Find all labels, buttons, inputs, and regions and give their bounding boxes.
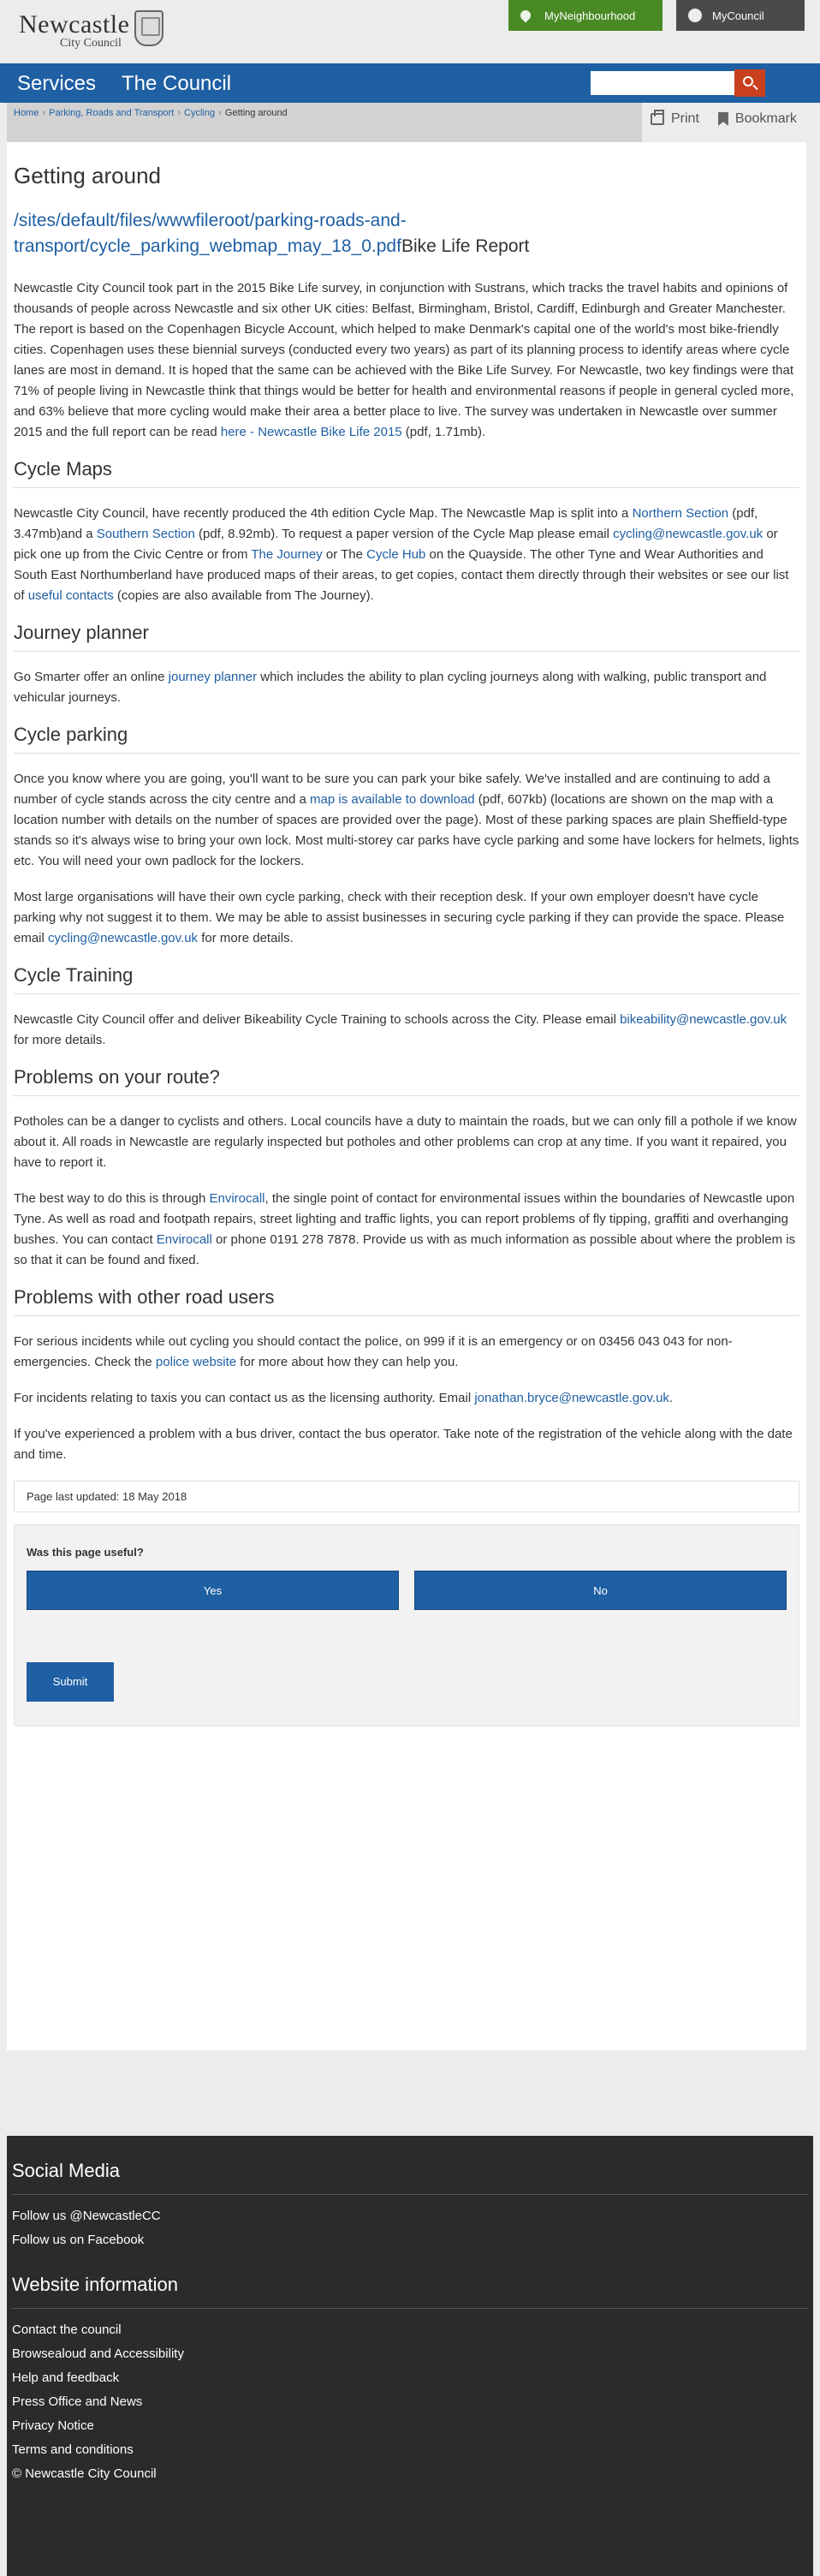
- feedback-yes-button[interactable]: Yes: [27, 1571, 399, 1610]
- cycle-training-heading: Cycle Training: [14, 964, 799, 994]
- breadcrumb-cycling[interactable]: Cycling: [184, 108, 215, 118]
- breadcrumb-home[interactable]: Home: [14, 108, 39, 118]
- my-neighbourhood-button[interactable]: MyNeighbourhood: [508, 0, 663, 31]
- cycling-email-link[interactable]: cycling@newcastle.gov.uk: [613, 527, 763, 541]
- other-road-users-paragraph-3: If you've experienced a problem with a b…: [14, 1427, 793, 1462]
- crest-icon: [134, 10, 164, 46]
- other-road-users-paragraph-1: For serious incidents while out cycling …: [14, 1334, 733, 1369]
- cycling-email-link-2[interactable]: cycling@newcastle.gov.uk: [48, 931, 198, 945]
- bike-life-report-line: /sites/default/files/wwwfileroot/parking…: [14, 208, 799, 259]
- envirocall-link[interactable]: Envirocall: [209, 1191, 264, 1206]
- breadcrumb-current: Getting around: [224, 108, 288, 118]
- bookmark-button[interactable]: Bookmark: [717, 111, 797, 127]
- intro-paragraph: Newcastle City Council took part in the …: [14, 281, 794, 439]
- other-road-users-paragraph-2: For incidents relating to taxis you can …: [14, 1391, 674, 1405]
- feedback-form: Was this page useful? Yes No Submit: [14, 1524, 799, 1726]
- cycle-training-paragraph: Newcastle City Council offer and deliver…: [14, 1012, 787, 1047]
- search-button[interactable]: [734, 69, 765, 97]
- problems-route-paragraph-2: The best way to do this is through Envir…: [14, 1191, 796, 1267]
- search-input[interactable]: [591, 71, 734, 95]
- police-website-link[interactable]: police website: [156, 1355, 236, 1369]
- print-button[interactable]: Print: [651, 110, 699, 127]
- top-bar: Newcastle City Council MyNeighbourhood M…: [0, 0, 820, 63]
- southern-section-link[interactable]: Southern Section: [97, 527, 195, 541]
- cycle-parking-paragraph-1: Once you know where you are going, you'l…: [14, 772, 799, 868]
- user-icon: [688, 9, 702, 22]
- nav-services[interactable]: Services: [17, 72, 96, 96]
- feedback-submit-button[interactable]: Submit: [27, 1662, 114, 1702]
- problems-route-heading: Problems on your route?: [14, 1066, 799, 1096]
- footer-link-accessibility[interactable]: Browsealoud and Accessibility: [12, 2346, 808, 2361]
- feedback-question: Was this page useful?: [27, 1546, 144, 1559]
- feedback-no-button[interactable]: No: [414, 1571, 787, 1610]
- envirocall-contact-link[interactable]: Envirocall: [157, 1232, 212, 1247]
- nav-the-council[interactable]: The Council: [122, 72, 231, 96]
- breadcrumb: Home › Parking, Roads and Transport › Cy…: [7, 103, 642, 142]
- northern-section-link[interactable]: Northern Section: [633, 506, 729, 521]
- footer-link-facebook[interactable]: Follow us on Facebook: [12, 2233, 808, 2247]
- the-journey-link[interactable]: The Journey: [251, 547, 322, 562]
- main-content: Getting around /sites/default/files/wwwf…: [7, 142, 806, 2050]
- journey-planner-paragraph: Go Smarter offer an online journey plann…: [14, 670, 767, 705]
- bookmark-label: Bookmark: [734, 111, 797, 126]
- cycle-parking-heading: Cycle parking: [14, 724, 799, 754]
- page-tools: Print Bookmark: [644, 103, 820, 142]
- footer-link-press[interactable]: Press Office and News: [12, 2394, 808, 2409]
- breadcrumb-parking-roads-transport[interactable]: Parking, Roads and Transport: [49, 108, 174, 118]
- cycle-parking-pdf-link[interactable]: /sites/default/files/wwwfileroot/parking…: [14, 211, 407, 256]
- site-footer: Social Media Follow us @NewcastleCC Foll…: [7, 2136, 813, 2576]
- bike-life-report-label: Bike Life Report: [401, 236, 530, 256]
- journey-planner-link[interactable]: journey planner: [169, 670, 257, 684]
- my-council-button[interactable]: MyCouncil: [676, 0, 805, 31]
- main-nav: Services The Council: [0, 63, 820, 103]
- footer-link-terms[interactable]: Terms and conditions: [12, 2442, 808, 2457]
- other-road-users-heading: Problems with other road users: [14, 1286, 799, 1316]
- logo-subtitle: City Council: [60, 37, 122, 50]
- page-title: Getting around: [14, 163, 162, 188]
- website-information-heading: Website information: [12, 2274, 808, 2309]
- bike-life-2015-link[interactable]: here - Newcastle Bike Life 2015: [221, 425, 402, 439]
- logo-title: Newcastle: [19, 10, 130, 39]
- problems-route-paragraph-1: Potholes can be a danger to cyclists and…: [14, 1114, 797, 1170]
- print-icon: [651, 110, 664, 125]
- map-pin-icon: [518, 8, 533, 23]
- cycle-parking-paragraph-2: Most large organisations will have their…: [14, 890, 785, 945]
- search-icon: [743, 76, 753, 86]
- cycle-maps-heading: Cycle Maps: [14, 458, 799, 488]
- council-logo[interactable]: Newcastle City Council: [19, 10, 164, 50]
- print-label: Print: [671, 111, 699, 126]
- parking-map-download-link[interactable]: map is available to download: [310, 792, 475, 807]
- journey-planner-heading: Journey planner: [14, 622, 799, 652]
- footer-copyright: © Newcastle City Council: [12, 2466, 157, 2481]
- page-last-updated: Page last updated: 18 May 2018: [14, 1481, 799, 1512]
- my-neighbourhood-label: MyNeighbourhood: [544, 9, 636, 22]
- footer-link-twitter[interactable]: Follow us @NewcastleCC: [12, 2209, 808, 2223]
- footer-link-privacy[interactable]: Privacy Notice: [12, 2418, 808, 2433]
- licensing-email-link[interactable]: jonathan.bryce@newcastle.gov.uk: [474, 1391, 669, 1405]
- bikeability-email-link[interactable]: bikeability@newcastle.gov.uk: [620, 1012, 787, 1027]
- my-council-label: MyCouncil: [712, 9, 764, 22]
- useful-contacts-link[interactable]: useful contacts: [28, 588, 114, 603]
- cycle-maps-paragraph: Newcastle City Council, have recently pr…: [14, 506, 789, 603]
- social-media-heading: Social Media: [12, 2160, 808, 2195]
- footer-link-contact[interactable]: Contact the council: [12, 2323, 808, 2337]
- footer-link-help[interactable]: Help and feedback: [12, 2370, 808, 2385]
- cycle-hub-link[interactable]: Cycle Hub: [366, 547, 425, 562]
- bookmark-icon: [717, 112, 728, 126]
